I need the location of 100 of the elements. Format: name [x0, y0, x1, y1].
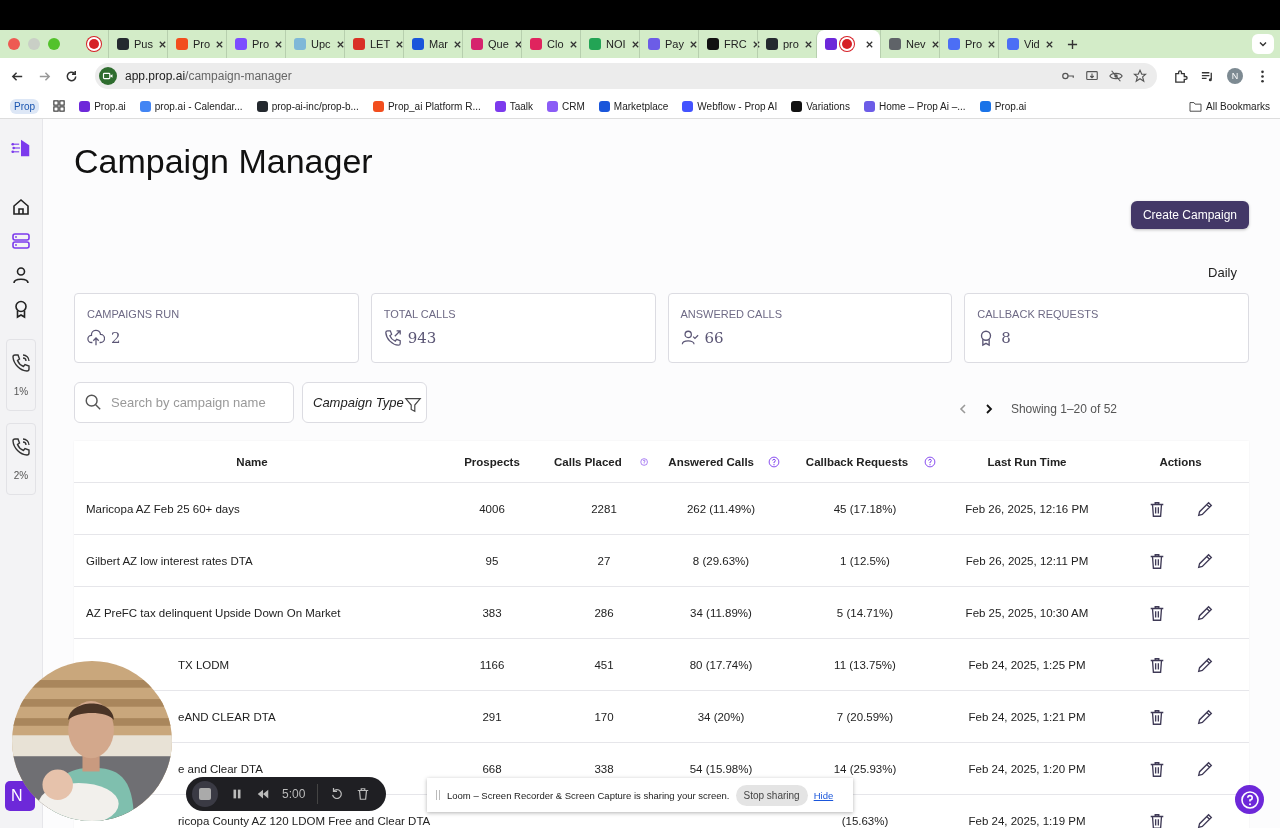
stop-sharing-button[interactable]: Stop sharing: [735, 784, 808, 806]
stat-label: CAMPAIGNS RUN: [87, 308, 181, 320]
restart-icon[interactable]: [330, 787, 345, 801]
column-header: Prospects: [464, 455, 520, 468]
close-icon[interactable]: [157, 39, 167, 49]
usage-card[interactable]: 1%: [6, 339, 36, 411]
close-icon[interactable]: [568, 39, 578, 49]
close-icon[interactable]: [395, 39, 405, 49]
pagination-summary: Showing 1–20 of 52: [1010, 402, 1117, 416]
table-cell: 262 (11.49%): [686, 502, 756, 515]
close-icon[interactable]: [987, 39, 997, 49]
eye-off-icon[interactable]: [1109, 69, 1123, 83]
apps-icon[interactable]: [53, 100, 66, 112]
period-selector[interactable]: Daily: [1208, 265, 1237, 280]
tab-search-button[interactable]: [1252, 34, 1274, 54]
bookmark-link[interactable]: Prop_ai Platform R...: [387, 100, 481, 112]
close-icon[interactable]: [930, 39, 940, 49]
bookmark-group[interactable]: Prop: [10, 98, 40, 114]
edit-icon[interactable]: [1195, 655, 1214, 674]
recording-timer: 5:00: [282, 787, 306, 801]
trash-icon[interactable]: [356, 787, 371, 801]
bookmark-link[interactable]: Variations: [806, 100, 850, 112]
table-cell: 1166: [479, 658, 505, 671]
edit-icon[interactable]: [1195, 759, 1214, 778]
column-header: Name: [236, 455, 268, 468]
close-icon[interactable]: [865, 39, 874, 49]
close-icon[interactable]: [1044, 39, 1054, 49]
search-field[interactable]: Search by campaign name: [74, 382, 294, 423]
close-icon[interactable]: [215, 39, 225, 49]
bookmark-link[interactable]: prop.ai - Calendar...: [154, 100, 243, 112]
table-cell: AZ PreFC tax delinquent Upside Down On Market: [86, 606, 341, 619]
drag-handle-icon[interactable]: [435, 789, 441, 801]
table-cell: 1 (12.5%): [840, 554, 890, 567]
bookmark-link[interactable]: Home – Prop Ai –...: [878, 100, 966, 112]
table-cell: 291: [482, 710, 502, 723]
table-cell: 80 (17.74%): [689, 658, 753, 671]
table-cell: 34 (11.89%): [690, 606, 752, 619]
close-icon[interactable]: [630, 39, 640, 49]
bookmark-link[interactable]: CRM: [562, 100, 585, 112]
new-tab-icon[interactable]: [1067, 38, 1078, 50]
table-cell: Feb 26, 2025, 12:11 PM: [965, 554, 1089, 567]
person-icon[interactable]: [11, 265, 31, 285]
help-icon[interactable]: [924, 455, 937, 468]
close-icon[interactable]: [513, 39, 523, 49]
stat-value: 66: [704, 329, 724, 347]
edit-icon[interactable]: [1195, 499, 1214, 518]
record-icon: [842, 39, 852, 49]
address-bar[interactable]: app.prop.ai/campaign-manager: [95, 63, 1157, 89]
edit-icon[interactable]: [1195, 707, 1214, 726]
table-cell: 14 (25.93%): [833, 762, 897, 775]
edit-icon[interactable]: [1195, 551, 1214, 570]
logo-icon[interactable]: [10, 137, 32, 159]
table-cell: e and Clear DTA: [178, 762, 263, 775]
close-icon[interactable]: [274, 39, 284, 49]
phone-icon: [11, 352, 31, 373]
bookmark-link[interactable]: Prop.ai: [94, 100, 126, 112]
table-cell: Feb 24, 2025, 1:25 PM: [968, 658, 1086, 671]
edit-icon[interactable]: [1195, 811, 1214, 828]
close-icon[interactable]: [335, 39, 345, 49]
install-icon[interactable]: [1085, 69, 1099, 83]
stat-label: CALLBACK REQUESTS: [977, 308, 1100, 320]
help-icon[interactable]: [768, 455, 780, 468]
phone-outgoing-icon: [383, 329, 402, 347]
column-header: Calls Placed: [554, 455, 622, 468]
stop-button[interactable]: [192, 781, 218, 807]
close-icon[interactable]: [688, 39, 698, 49]
usage-percent: 1%: [13, 386, 29, 398]
home-icon[interactable]: [11, 197, 31, 217]
column-header: Answered Calls: [668, 455, 754, 468]
hide-link[interactable]: Hide: [813, 789, 834, 801]
close-icon[interactable]: [452, 39, 462, 49]
record-icon: [89, 39, 99, 49]
phone-icon: [11, 436, 31, 457]
extensions-icon[interactable]: [1173, 68, 1188, 84]
browser-tab[interactable]: [816, 30, 880, 58]
table-cell: 5 (14.71%): [836, 606, 894, 619]
bookmark-link[interactable]: Webflow - Prop AI: [697, 100, 778, 112]
close-icon[interactable]: [803, 39, 813, 49]
bookmark-link[interactable]: prop-ai-inc/prop-b...: [271, 100, 359, 112]
bookmark-link[interactable]: Prop.ai: [994, 100, 1027, 112]
profile-avatar[interactable]: N: [1227, 68, 1243, 84]
table-cell: Feb 25, 2025, 10:30 AM: [965, 606, 1089, 619]
camera-icon: [99, 67, 117, 85]
all-bookmarks-link[interactable]: All Bookmarks: [1206, 100, 1270, 112]
edit-icon[interactable]: [1195, 603, 1214, 622]
reload-icon[interactable]: [64, 68, 79, 84]
usage-card[interactable]: 2%: [6, 423, 36, 495]
bookmark-link[interactable]: Marketplace: [613, 100, 669, 112]
star-icon[interactable]: [1133, 69, 1147, 83]
stat-value: 8: [1001, 329, 1011, 347]
campaign-type-filter[interactable]: Campaign Type: [302, 382, 427, 423]
rewind-icon[interactable]: [256, 787, 270, 801]
server-icon[interactable]: [11, 231, 31, 251]
create-campaign-button[interactable]: Create Campaign: [1130, 201, 1249, 229]
bookmark-link[interactable]: Taalk: [509, 100, 534, 112]
table-cell: 7 (20.59%): [836, 710, 894, 723]
close-icon[interactable]: [751, 39, 761, 49]
close-window-icon[interactable]: [8, 38, 20, 50]
usage-percent: 2%: [13, 470, 29, 482]
table-cell: 95: [485, 554, 499, 567]
